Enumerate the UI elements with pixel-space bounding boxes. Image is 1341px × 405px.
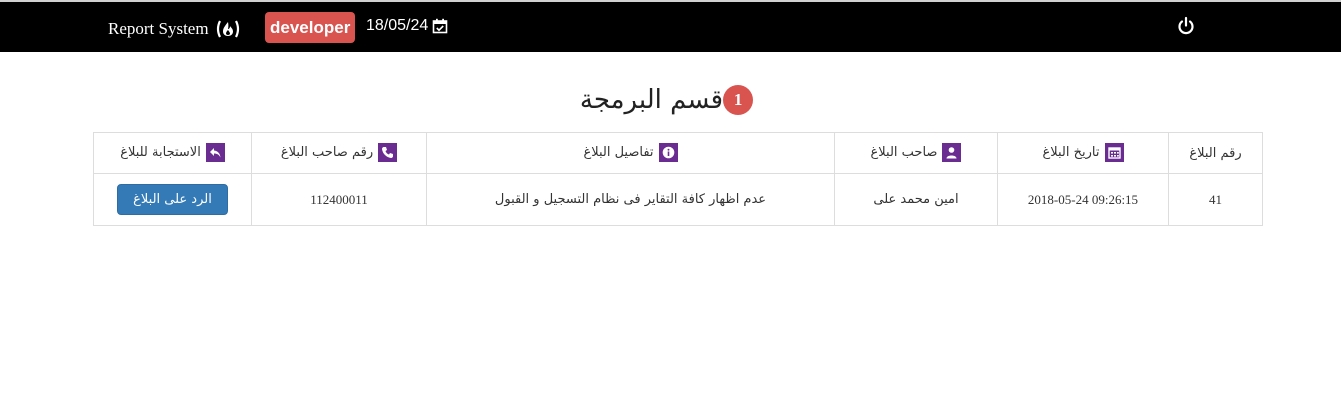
role-badge: developer: [265, 12, 356, 43]
section-title: قسم البرمجة: [579, 85, 724, 115]
power-logout-icon[interactable]: [1176, 16, 1196, 36]
cell-report-details: عدم اظهار كافة التقاير فى نظام التسجيل و…: [426, 173, 835, 226]
cell-report-date: 2018-05-24 09:26:15: [997, 173, 1169, 226]
reports-table: رقم البلاغ تاريخ البلاغ صاحب البلاغ تفاص…: [93, 132, 1263, 226]
col-report-date: تاريخ البلاغ: [997, 132, 1169, 174]
col-report-details: تفاصيل البلاغ: [426, 132, 835, 174]
brand-name: Report System: [108, 19, 209, 38]
col-report-number: رقم البلاغ: [1168, 132, 1263, 174]
col-report-owner: صاحب البلاغ: [834, 132, 998, 174]
top-navbar: Report System developer 18/05/24: [0, 0, 1341, 52]
col-report-response: الاستجابة للبلاغ: [93, 132, 252, 174]
cell-report-owner: امين محمد على: [834, 173, 998, 226]
cell-owner-phone: 112400011: [251, 173, 427, 226]
date-text: 18/05/24: [366, 17, 429, 34]
calendar-check-icon: [432, 18, 448, 34]
calendar-icon: [1104, 143, 1124, 162]
info-icon: [658, 143, 678, 162]
table-header-row: رقم البلاغ تاريخ البلاغ صاحب البلاغ تفاص…: [93, 132, 1263, 174]
reply-to-report-button[interactable]: الرد على البلاغ: [117, 184, 228, 215]
reply-icon: [205, 143, 225, 162]
phone-icon: [378, 143, 398, 162]
table-row: 41 2018-05-24 09:26:15 امين محمد على عدم…: [93, 173, 1263, 226]
fire-logo-icon: [216, 20, 239, 38]
cell-report-response: الرد على البلاغ: [93, 173, 252, 226]
brand[interactable]: Report System: [108, 19, 241, 39]
current-date: 18/05/24: [366, 17, 448, 35]
cell-report-number: 41: [1168, 173, 1263, 226]
user-icon: [942, 143, 962, 162]
col-owner-phone: رقم صاحب البلاغ: [251, 132, 427, 174]
count-badge: 1: [723, 85, 754, 115]
section-heading: 1 قسم البرمجة: [0, 85, 1341, 115]
